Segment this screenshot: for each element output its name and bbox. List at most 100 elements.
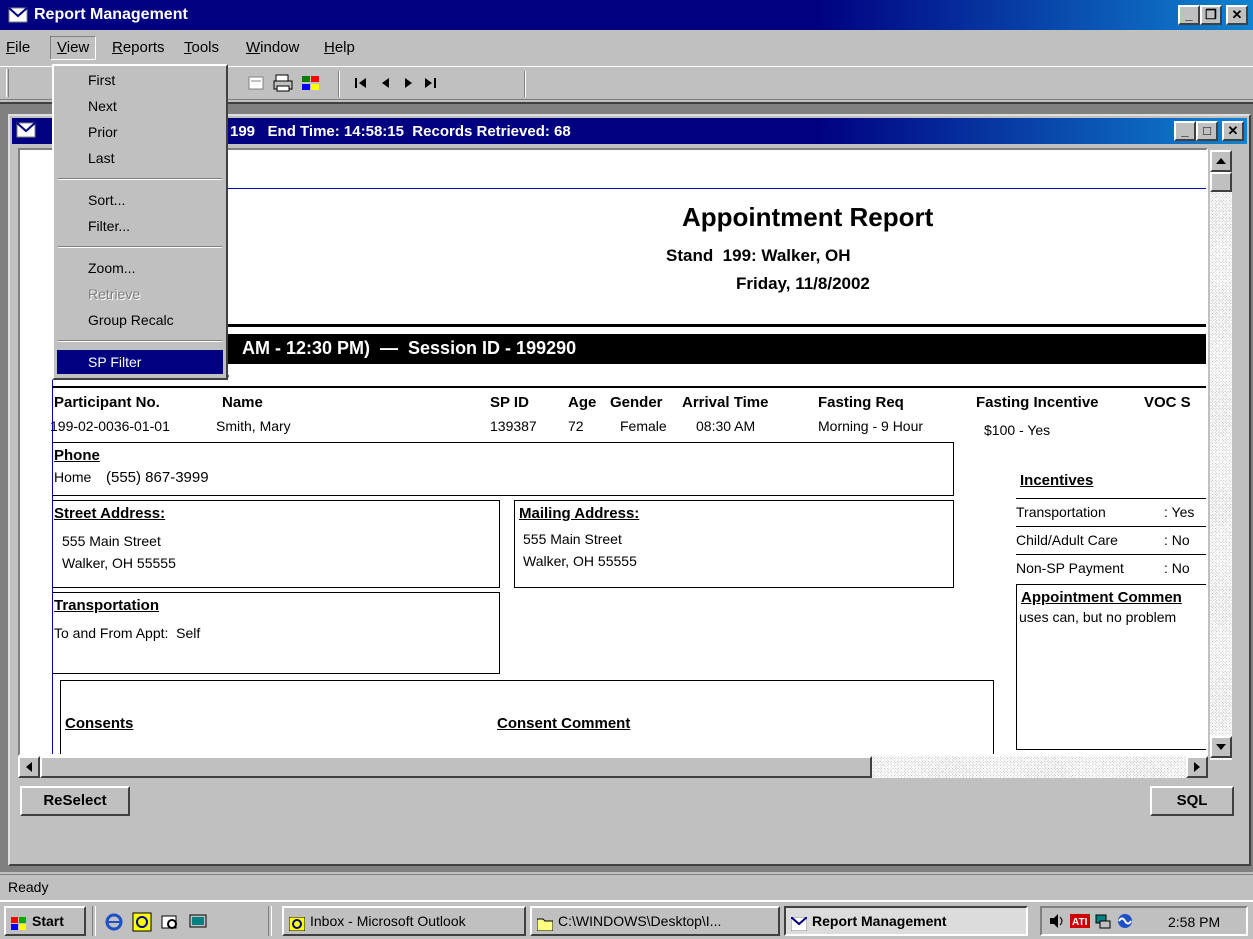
street-header: Street Address: [54,505,166,522]
col-sp-id: SP ID [490,394,529,411]
system-tray: ATI 2:58 PM [1040,906,1248,936]
scroll-left-button[interactable] [18,756,40,778]
child-window-icon [16,122,36,138]
network-icon[interactable] [1094,913,1112,929]
mailing-header: Mailing Address: [519,505,640,522]
menu-separator [58,340,222,342]
col-fasting-incentive: Fasting Incentive [976,394,1099,411]
ati-icon[interactable]: ATI [1070,913,1090,929]
taskbar: Start Inbox - Microsoft Outlook C:\WINDO… [0,900,1253,939]
menu-separator [58,178,222,180]
close-button[interactable]: ✕ [1226,5,1248,25]
mailing-line1: 555 Main Street [523,531,622,547]
col-arrival-time: Arrival Time [682,394,769,411]
menu-separator [58,246,222,248]
folder-icon [536,913,554,932]
print-preview-icon[interactable] [246,73,268,93]
agent-icon[interactable] [1116,913,1134,929]
settings-icon[interactable] [300,73,322,93]
transportation-box: Transportation To and From Appt: Self [52,592,500,674]
appointment-comment-header: Appointment Commen [1021,589,1182,606]
menu-help[interactable]: Help [318,36,361,60]
horizontal-scroll-thumb[interactable] [40,756,872,778]
last-record-icon[interactable] [420,75,440,91]
ie-icon[interactable] [104,912,124,932]
child-close-button[interactable]: ✕ [1222,121,1244,141]
reselect-button[interactable]: ReSelect [20,786,130,816]
child-maximize-button[interactable]: □ [1196,121,1218,141]
view-dropdown-menu: First Next Prior Last Sort... Filter... … [52,64,228,380]
first-record-icon[interactable] [352,75,372,91]
menu-item-next[interactable]: Next [88,98,117,114]
vertical-scroll-thumb[interactable] [1210,172,1232,192]
status-text: Ready [8,879,49,895]
mailing-address-box: Mailing Address: 555 Main Street Walker,… [514,500,954,588]
task-explorer-label: C:\WINDOWS\Desktop\I... [558,913,722,929]
menu-item-sp-filter[interactable]: SP Filter [88,354,141,370]
task-explorer[interactable]: C:\WINDOWS\Desktop\I... [530,906,780,936]
sql-button[interactable]: SQL [1150,786,1234,816]
menu-view[interactable]: View [50,36,97,60]
next-record-icon[interactable] [398,75,418,91]
prev-record-icon[interactable] [376,75,396,91]
incentive-transportation-value: : Yes [1164,504,1195,520]
menu-item-last[interactable]: Last [88,150,114,166]
start-button[interactable]: Start [4,906,86,936]
street-line2: Walker, OH 55555 [62,555,176,571]
explorer-quick-icon[interactable] [160,912,180,932]
incentive-care-value: : No [1164,532,1190,548]
consents-header: Consents [65,715,134,732]
transportation-value: To and From Appt: Self [54,625,201,641]
menu-item-filter[interactable]: Filter... [88,218,130,234]
session-bar-text: AM - 12:30 PM) — Session ID - 199290 [242,338,577,358]
desktop-quick-icon[interactable] [188,912,208,932]
col-participant-no: Participant No. [54,394,160,411]
cell-age: 72 [568,418,584,434]
child-minimize-button[interactable]: _ [1174,121,1196,141]
menu-file[interactable]: File [0,36,36,60]
col-fasting-req: Fasting Req [818,394,904,411]
vertical-scrollbar[interactable] [1210,150,1232,760]
scroll-right-button[interactable] [1186,756,1208,778]
print-icon[interactable] [272,73,294,93]
horizontal-scrollbar[interactable] [18,756,1208,778]
menu-item-prior[interactable]: Prior [88,124,118,140]
cell-fasting-incentive: $100 - Yes [984,422,1051,438]
cell-name: Smith, Mary [216,418,291,434]
phone-header: Phone [54,447,100,464]
app-title: Report Management [34,6,188,23]
volume-icon[interactable] [1048,913,1066,929]
phone-type: Home [54,469,92,485]
transportation-header: Transportation [54,597,160,614]
menu-reports[interactable]: Reports [106,36,171,60]
col-name: Name [222,394,263,411]
minimize-button[interactable]: _ [1178,5,1200,25]
scroll-up-button[interactable] [1210,150,1232,172]
task-outlook-label: Inbox - Microsoft Outlook [310,913,466,929]
cell-participant-no: 199-02-0036-01-01 [50,418,170,434]
outlook-quick-icon[interactable] [132,912,152,932]
report-title: Appointment Report [682,202,934,232]
phone-number: (555) 867-3999 [106,469,209,486]
menu-item-first[interactable]: First [88,72,115,88]
svg-text:ATI: ATI [1072,917,1088,928]
scroll-down-button[interactable] [1210,736,1232,758]
phone-box: Phone Home (555) 867-3999 [52,442,954,496]
task-report-management[interactable]: Report Management [784,906,1028,936]
menu-bar: File View Reports Tools Window Help [0,36,1253,62]
restore-button[interactable]: ❐ [1200,5,1222,25]
menu-window[interactable]: Window [240,36,305,60]
menu-item-sp-filter-highlight[interactable]: SP Filter [57,350,223,374]
menu-item-retrieve: Retrieve [88,286,141,302]
task-outlook[interactable]: Inbox - Microsoft Outlook [282,906,526,936]
menu-item-zoom[interactable]: Zoom... [88,260,135,276]
menu-item-group-recalc[interactable]: Group Recalc [88,312,174,328]
report-management-icon [790,913,808,932]
consents-box: Consents Consent Comment [60,680,994,754]
outlook-icon [288,913,306,932]
menu-tools[interactable]: Tools [178,36,225,60]
report-stand: Stand 199: Walker, OH [666,246,851,265]
cell-arrival-time: 08:30 AM [696,418,756,434]
menu-item-sort[interactable]: Sort... [88,192,125,208]
consent-comment-header: Consent Comment [497,715,631,732]
